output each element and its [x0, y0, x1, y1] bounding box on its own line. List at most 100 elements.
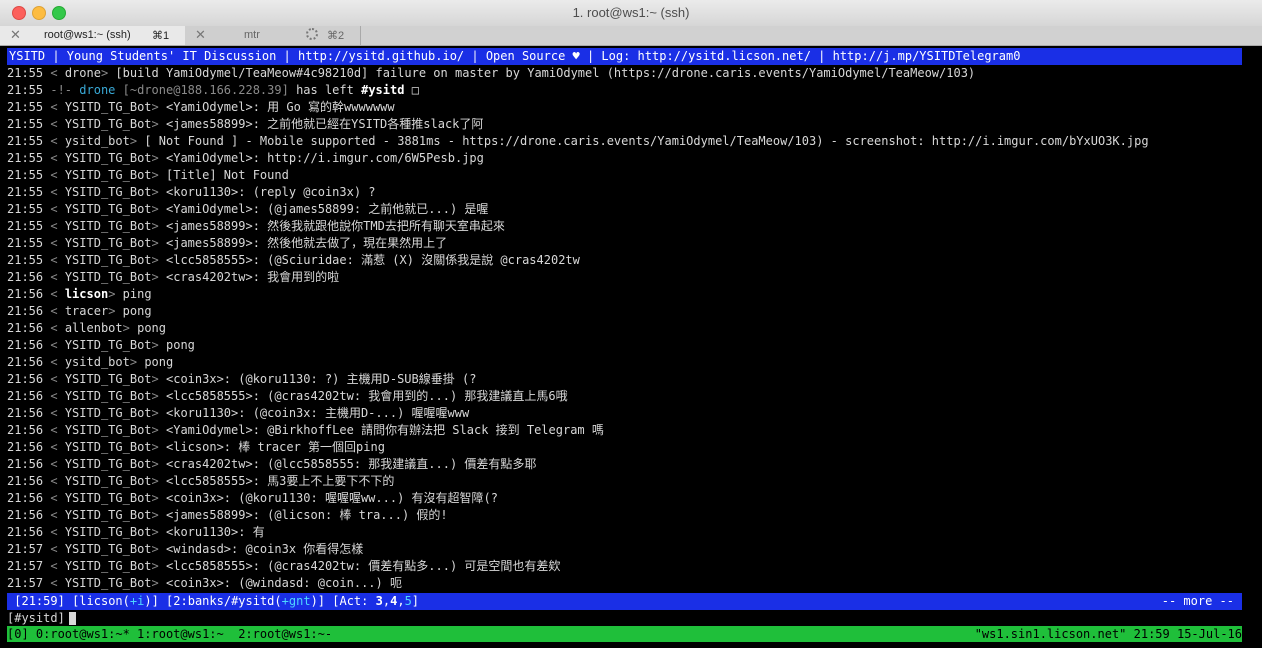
status-time-wrap: [21:59] [14, 594, 65, 608]
status-nick: licson [79, 594, 123, 608]
nick-bracket: > [151, 508, 159, 522]
message-line: 21:55 < ysitd_bot> [ Not Found ] - Mobil… [7, 133, 1242, 150]
message-text: <koru1130>: (reply @coin3x) ? [166, 185, 376, 199]
message-text: <james58899>: (@licson: 棒 tra...) 假的! [166, 508, 448, 522]
message-line: 21:57 < YSITD_TG_Bot> <coin3x>: (@windas… [7, 575, 1242, 592]
message-text: <james58899>: 然後我就跟他說你TMD去把所有聊天室串起來 [166, 219, 505, 233]
message-text: <koru1130>: (@coin3x: 主機用D-...) 喔喔喔www [166, 406, 470, 420]
tab-shortcut: ⌘2 [327, 30, 345, 42]
nick-bracket: < [50, 117, 58, 131]
tab-label: mtr [244, 29, 260, 41]
nick-bracket: > [151, 474, 159, 488]
close-icon[interactable]: ✕ [195, 27, 206, 43]
message-time: 21:56 [7, 491, 44, 505]
tab-label: root@ws1:~ (ssh) [44, 29, 131, 41]
cursor-box-icon: □ [411, 83, 419, 97]
message-nick: YSITD_TG_Bot [64, 117, 152, 131]
nick-bracket: < [50, 270, 58, 284]
message-nick: YSITD_TG_Bot [64, 525, 152, 539]
message-text: <cras4202tw>: (@lcc5858555: 那我建議直...) 價差… [166, 457, 537, 471]
message-time: 21:56 [7, 304, 44, 318]
message-time: 21:55 [7, 236, 44, 250]
nick-bracket: < [50, 185, 58, 199]
message-line: 21:56 < allenbot> pong [7, 320, 1242, 337]
nick-bracket: > [151, 168, 159, 182]
nick-bracket: > [151, 100, 159, 114]
message-host: ~drone@188.166.228.39 [129, 83, 282, 97]
message-nick: YSITD_TG_Bot [64, 457, 152, 471]
message-nick: YSITD_TG_Bot [64, 202, 152, 216]
nick-bracket: > [151, 440, 159, 454]
message-nick: YSITD_TG_Bot [64, 168, 152, 182]
nick-bracket: > [151, 389, 159, 403]
message-text: ping [122, 287, 152, 301]
message-nick: YSITD_TG_Bot [64, 100, 152, 114]
message-text: <lcc5858555>: (@Sciuridae: 滿惹 (X) 沒關係我是說… [166, 253, 580, 267]
message-text: <YamiOdymel>: (@james58899: 之前他就已...) 是喔 [166, 202, 489, 216]
message-line: 21:55 < YSITD_TG_Bot> <lcc5858555>: (@Sc… [7, 252, 1242, 269]
terminal-content[interactable]: YSITD | Young Students' IT Discussion | … [7, 48, 1242, 642]
message-text: <cras4202tw>: 我會用到的啦 [166, 270, 340, 284]
message-line: 21:56 < YSITD_TG_Bot> <cras4202tw>: 我會用到… [7, 269, 1242, 286]
message-nick: YSITD_TG_Bot [64, 491, 152, 505]
input-line[interactable]: [#ysitd] [7, 610, 1242, 627]
message-time: 21:56 [7, 457, 44, 471]
message-text: [Title] Not Found [166, 168, 289, 182]
nick-bracket: < [50, 576, 58, 590]
message-time: 21:57 [7, 559, 44, 573]
message-text: <lcc5858555>: (@cras4202tw: 我會用到的...) 那我… [166, 389, 568, 403]
message-time: 21:56 [7, 389, 44, 403]
tab-shortcut: ⌘1 [152, 30, 170, 42]
part-action: has left [296, 83, 354, 97]
nick-bracket: < [50, 321, 58, 335]
nick-bracket: > [151, 576, 159, 590]
nick-bracket: < [50, 151, 58, 165]
nick-bracket: < [50, 542, 58, 556]
status-act-item: 3 [375, 594, 383, 608]
message-time: 21:56 [7, 508, 44, 522]
message-nick: tracer [64, 304, 109, 318]
message-time: 21:55 [7, 168, 44, 182]
message-text: <james58899>: 之前他就已經在YSITD各種推slack了阿 [166, 117, 484, 131]
message-time: 21:56 [7, 406, 44, 420]
message-time: 21:55 [7, 219, 44, 233]
tmux-status-bar: [0] 0:root@ws1:~* 1:root@ws1:~ 2:root@ws… [7, 626, 1242, 642]
nick-bracket: > [129, 355, 138, 369]
message-nick: YSITD_TG_Bot [64, 338, 152, 352]
message-nick: ysitd_bot [64, 134, 130, 148]
nick-bracket: > [151, 270, 159, 284]
close-icon[interactable]: ✕ [10, 27, 21, 43]
window-title: 1. root@ws1:~ (ssh) [572, 5, 690, 20]
nick-bracket: < [50, 423, 58, 437]
message-nick: YSITD_TG_Bot [64, 576, 152, 590]
nick-bracket: > [108, 304, 116, 318]
message-nick: allenbot [64, 321, 123, 335]
message-nick: YSITD_TG_Bot [64, 236, 152, 250]
nick-bracket: > [151, 542, 159, 556]
nick-bracket: < [50, 168, 58, 182]
message-nick: YSITD_TG_Bot [64, 406, 152, 420]
nick-bracket: > [151, 491, 159, 505]
host-bracket: [ [122, 83, 130, 97]
message-channel: #ysitd [361, 83, 405, 97]
tmux-windows[interactable]: [0] 0:root@ws1:~* 1:root@ws1:~ 2:root@ws… [7, 627, 332, 641]
nick-bracket: > [129, 134, 138, 148]
message-time: 21:56 [7, 287, 44, 301]
nick-bracket: < [50, 355, 58, 369]
message-line: 21:55 < YSITD_TG_Bot> <koru1130>: (reply… [7, 184, 1242, 201]
tab-mtr[interactable]: ✕ mtr ⌘2 [185, 26, 361, 45]
message-line: 21:56 < YSITD_TG_Bot> <koru1130>: 有 [7, 524, 1242, 541]
message-nick: YSITD_TG_Bot [64, 474, 152, 488]
nick-bracket: < [50, 474, 58, 488]
message-line: 21:55 < YSITD_TG_Bot> <james58899>: 然後他就… [7, 235, 1242, 252]
nick-bracket: < [50, 372, 58, 386]
status-act-item: 5 [404, 594, 412, 608]
message-line: 21:55 -!- drone [~drone@188.166.228.39] … [7, 82, 1242, 99]
message-line: 21:55 < YSITD_TG_Bot> <james58899>: 然後我就… [7, 218, 1242, 235]
message-time: 21:55 [7, 202, 44, 216]
nick-bracket: > [151, 185, 159, 199]
tab-ssh[interactable]: ✕ root@ws1:~ (ssh) ⌘1 [0, 26, 186, 45]
message-line: 21:56 < licson> ping [7, 286, 1242, 303]
nick-bracket: > [151, 151, 159, 165]
nick-bracket: < [50, 338, 58, 352]
